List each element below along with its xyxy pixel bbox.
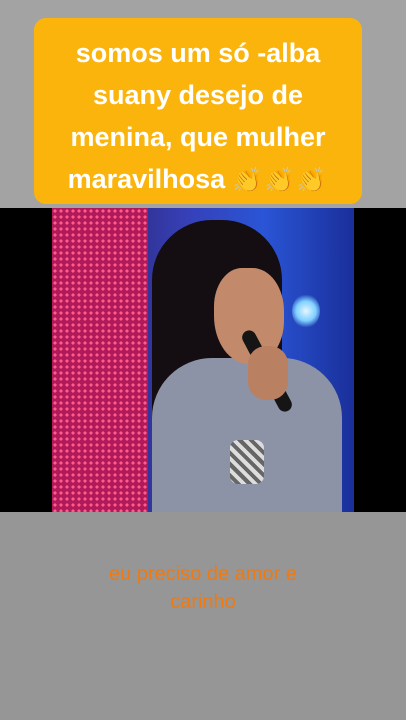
caption-line-1: somos um só -alba — [75, 38, 321, 68]
clapping-hands-icon: 👏👏👏 — [232, 167, 329, 194]
bottom-background — [0, 512, 406, 720]
video-player[interactable] — [0, 208, 406, 512]
subtitle-line-2: carinho — [170, 591, 236, 613]
caption-line-3: menina, que mulher — [70, 122, 326, 152]
led-wall-background — [52, 208, 148, 512]
video-frame — [52, 208, 354, 512]
stage-light — [292, 294, 320, 328]
lyrics-subtitle: eu preciso de amor e carinho — [0, 560, 406, 616]
caption-line-4: maravilhosa 👏👏👏 — [44, 158, 352, 202]
bracelet — [230, 440, 264, 484]
caption-line-2: suany desejo de — [92, 80, 304, 110]
caption-banner: somos um só -alba suany desejo de menina… — [34, 18, 362, 204]
subtitle-line-1: eu preciso de amor e — [109, 563, 297, 585]
caption-line-4-text: maravilhosa — [67, 164, 226, 194]
singer-hand — [248, 346, 288, 400]
singer-body — [152, 358, 342, 512]
